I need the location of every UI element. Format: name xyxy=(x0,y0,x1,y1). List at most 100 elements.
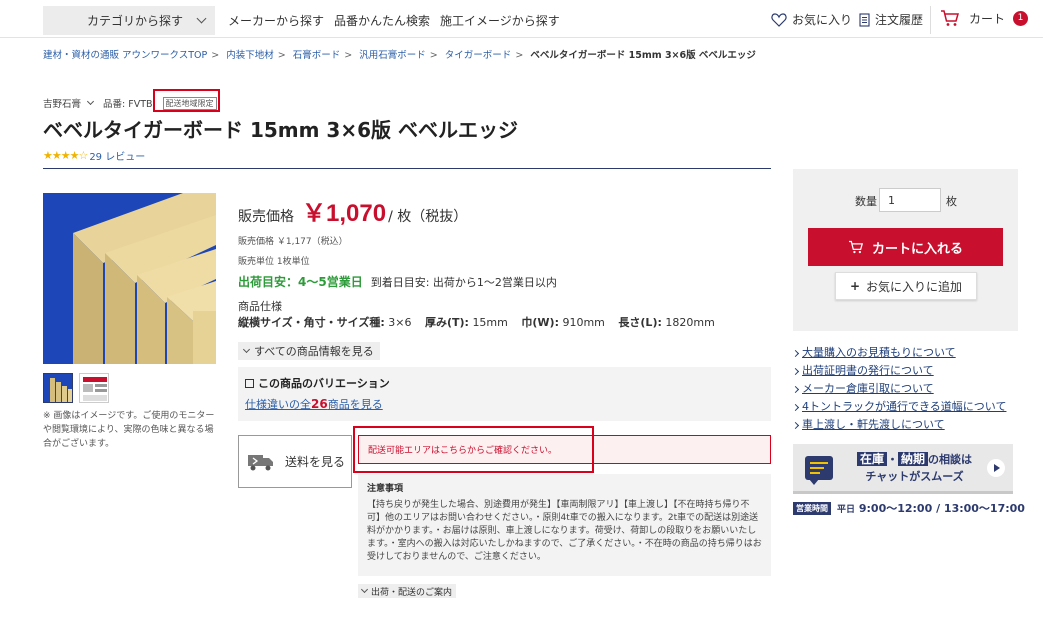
chat-bubble-icon xyxy=(805,455,833,485)
chat-icon-line xyxy=(810,461,828,464)
add-to-cart-button[interactable]: カートに入れる xyxy=(808,228,1003,266)
breadcrumb-link[interactable]: 汎用石膏ボード xyxy=(359,50,426,61)
variation-title: この商品のバリエーション xyxy=(245,375,390,391)
breadcrumb-link[interactable]: 石膏ボード xyxy=(293,50,341,61)
price-row: 販売価格 ￥1,070 / 枚（税抜） xyxy=(238,193,467,228)
shipping-cost-label: 送料を見る xyxy=(285,454,346,469)
product-main-image[interactable] xyxy=(43,193,216,364)
truck-icon xyxy=(248,454,273,470)
cart-panel: 数量 枚 カートに入れる + お気に入りに追加 xyxy=(793,169,1018,331)
site-header: カテゴリから探す メーカーから探す 品番かんたん検索 施工イメージから探す お気… xyxy=(0,0,1043,38)
breadcrumb-link[interactable]: 建材・資材の通販 アウンワークスTOP xyxy=(43,50,207,61)
spec-key: 縦横サイズ・角寸・サイズ種: xyxy=(238,316,385,329)
side-link[interactable]: 車上渡し・軒先渡しについて xyxy=(793,416,1006,434)
hours-text: 平日 9:00〜12:00 / 13:00〜17:00 xyxy=(837,500,1025,516)
chevron-down-icon xyxy=(360,585,369,594)
hours-weekday: 平日 xyxy=(837,505,856,515)
add-favorite-button[interactable]: + お気に入りに追加 xyxy=(835,272,977,300)
chevron-down-icon xyxy=(242,345,251,354)
spec-key: 厚み(T): xyxy=(424,316,469,329)
gypsum-board-illustration xyxy=(43,193,216,364)
cart-icon xyxy=(848,240,864,254)
spec-value: 910mm xyxy=(562,316,605,329)
chat-banner[interactable]: 在庫・納期 の相談は チャットがスムーズ xyxy=(793,444,1013,494)
breadcrumb-link[interactable]: タイガーボード xyxy=(445,50,512,61)
chat-highlight: 在庫 xyxy=(857,451,888,466)
chat-icon-line xyxy=(810,466,824,469)
annotation-highlight-box xyxy=(153,89,220,112)
breadcrumb-separator: > xyxy=(429,50,438,61)
variation-link-suffix: 商品を見る xyxy=(327,398,383,411)
chat-icon-line xyxy=(810,471,820,474)
business-hours: 営業時間 平日 9:00〜12:00 / 13:00〜17:00 xyxy=(793,500,1025,516)
cart-link[interactable]: カート 1 xyxy=(940,9,1029,27)
quantity-input[interactable] xyxy=(879,188,941,212)
category-search-button[interactable]: カテゴリから探す xyxy=(43,6,215,35)
favorites-link[interactable]: お気に入り xyxy=(771,11,852,28)
chevron-down-icon xyxy=(86,97,95,106)
cart-label: カート xyxy=(969,11,1006,26)
cart-count-badge: 1 xyxy=(1013,10,1029,26)
all-info-label: すべての商品情報を見る xyxy=(254,345,374,358)
chat-line-2: チャットがスムーズ xyxy=(865,469,964,483)
plus-icon: + xyxy=(849,279,861,293)
price-unit: / 枚（税抜） xyxy=(388,209,468,225)
variation-box: この商品のバリエーション 仕様違いの全26商品を見る xyxy=(238,367,771,421)
variation-link[interactable]: 仕様違いの全26商品を見る xyxy=(245,396,383,412)
breadcrumb-link[interactable]: 内装下地材 xyxy=(226,50,274,61)
shipping-guide-label: 出荷・配送のご案内 xyxy=(371,587,453,598)
spec-value: 1820mm xyxy=(665,316,715,329)
caution-text: 【持ち戻りが発生した場合、別途費用が発生】【車両制限アリ】【車上渡し】【不在時持… xyxy=(367,500,762,562)
reviews-link[interactable]: 29 レビュー xyxy=(89,148,145,163)
thumbnail-1[interactable] xyxy=(43,373,73,403)
chat-dot: ・ xyxy=(887,452,899,466)
hours-tag: 営業時間 xyxy=(793,501,831,515)
cart-icon xyxy=(941,10,959,26)
breadcrumb-separator: > xyxy=(515,50,524,61)
play-icon xyxy=(987,459,1005,477)
shipping-cost-button[interactable]: 送料を見る xyxy=(238,435,352,488)
maker-link[interactable]: 吉野石膏 xyxy=(43,96,81,110)
nav-construction-image-search[interactable]: 施工イメージから探す xyxy=(440,12,560,29)
breadcrumb-separator: > xyxy=(277,50,286,61)
nav-maker-search[interactable]: メーカーから探す xyxy=(228,12,324,29)
title-divider xyxy=(43,168,771,169)
breadcrumb: 建材・資材の通販 アウンワークスTOP > 内装下地材 > 石膏ボード > 汎用石膏ボ… xyxy=(43,47,756,61)
breadcrumb-separator: > xyxy=(344,50,353,61)
side-link[interactable]: メーカー倉庫引取について xyxy=(793,380,1006,398)
side-link[interactable]: 大量購入のお見積もりについて xyxy=(793,344,1006,362)
breadcrumb-separator: > xyxy=(211,50,220,61)
add-favorite-label: お気に入りに追加 xyxy=(866,279,963,294)
caution-title: 注意事項 xyxy=(367,484,404,494)
order-history-label: 注文履歴 xyxy=(875,13,924,27)
sales-unit: 販売単位 1枚単位 xyxy=(238,257,310,267)
chevron-down-icon xyxy=(196,13,207,24)
spec-value: 3×6 xyxy=(388,316,412,329)
heart-icon xyxy=(771,12,787,27)
ship-estimate: 出荷目安：4〜5営業日 xyxy=(238,275,363,289)
annotation-highlight-box xyxy=(353,426,594,473)
thumbnail-2[interactable] xyxy=(79,373,109,403)
image-disclaimer: ※ 画像はイメージです。ご使用のモニターや閲覧環境により、実際の色味と異なる場合… xyxy=(43,411,215,449)
variation-link-prefix: 仕様違いの全 xyxy=(245,398,311,411)
chat-tail: の相談は xyxy=(928,452,973,466)
shipping-guide-button[interactable]: 出荷・配送のご案内 xyxy=(358,584,457,598)
side-link[interactable]: 出荷証明書の発行について xyxy=(793,362,1006,380)
caution-box: 注意事項 【持ち戻りが発生した場合、別途費用が発生】【車両制限アリ】【車上渡し】… xyxy=(358,474,771,576)
spec-row: 縦横サイズ・角寸・サイズ種: 3×6 厚み(T): 15mm 巾(W): 910… xyxy=(238,314,715,330)
thumbnail-label-image xyxy=(80,374,108,402)
copy-icon xyxy=(245,378,254,388)
spec-key: 巾(W): xyxy=(521,316,559,329)
order-history-link[interactable]: 注文履歴 xyxy=(859,11,923,28)
thumbnail-board-image xyxy=(44,374,72,402)
quantity-unit: 枚 xyxy=(946,195,957,208)
price-value: ￥1,070 xyxy=(302,200,387,227)
nav-part-number-search[interactable]: 品番かんたん検索 xyxy=(334,12,430,29)
all-info-button[interactable]: すべての商品情報を見る xyxy=(238,342,380,360)
breadcrumb-current: ベベルタイガーボード 15mm 3×6版 ベベルエッジ xyxy=(530,50,756,61)
side-link[interactable]: 4トントラックが通行できる道幅について xyxy=(793,398,1006,416)
spec-value: 15mm xyxy=(472,316,508,329)
part-number: 品番: FVTB xyxy=(103,99,153,110)
favorites-label: お気に入り xyxy=(792,13,853,27)
variation-count: 26 xyxy=(311,397,328,411)
